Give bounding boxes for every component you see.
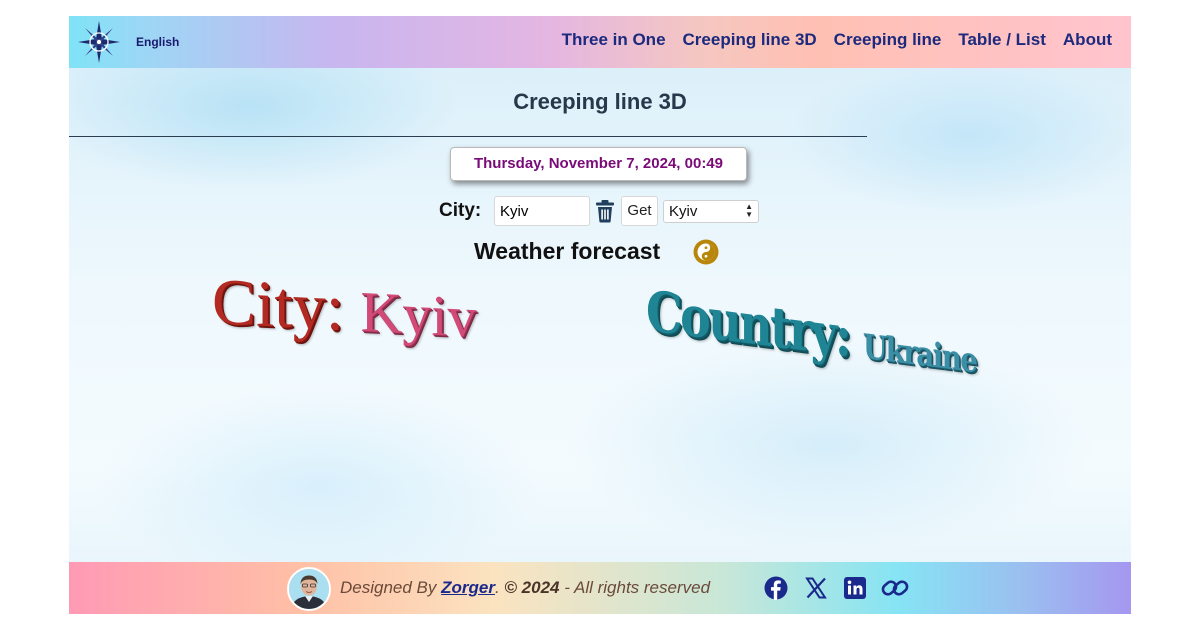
copyright-text: © 2024: [504, 578, 560, 597]
creeping-city-key: City:: [212, 265, 345, 345]
main-navigation: Three in One Creeping line 3D Creeping l…: [562, 30, 1112, 50]
app-frame: English Three in One Creeping line 3D Cr…: [69, 16, 1131, 614]
nav-about[interactable]: About: [1063, 30, 1112, 50]
yin-yang-icon[interactable]: [693, 239, 719, 265]
creeping-line-city: City: Kyiv: [212, 264, 477, 354]
city-label: City:: [439, 200, 482, 221]
nav-three-in-one[interactable]: Three in One: [562, 30, 666, 50]
author-avatar: [287, 567, 331, 611]
city-select-value: Kyiv: [669, 203, 698, 220]
page-title: Creeping line 3D: [513, 89, 687, 114]
select-arrows-icon: ▲ ▼: [745, 202, 753, 219]
author-link[interactable]: Zorger: [441, 578, 495, 597]
creeping-country-key: Country:: [646, 278, 850, 371]
forecast-heading: Weather forecast: [474, 238, 661, 264]
facebook-icon[interactable]: [764, 576, 788, 600]
designed-by-text: Designed By: [340, 578, 442, 597]
city-select[interactable]: Kyiv ▲ ▼: [663, 200, 759, 223]
title-divider: [69, 136, 867, 137]
nav-table-list[interactable]: Table / List: [958, 30, 1046, 50]
top-navigation-bar: English Three in One Creeping line 3D Cr…: [69, 16, 1131, 68]
current-datetime: Thursday, November 7, 2024, 00:49: [450, 147, 747, 181]
footer: Designed By Zorger. © 2024 - All rights …: [69, 562, 1131, 614]
nav-creeping-line[interactable]: Creeping line: [834, 30, 942, 50]
creeping-country-value: Ukraine: [862, 326, 977, 382]
get-button[interactable]: Get: [621, 196, 658, 226]
creeping-line-country: Country: Ukraine: [646, 278, 976, 386]
nav-creeping-line-3d[interactable]: Creeping line 3D: [683, 30, 817, 50]
city-search-input[interactable]: [494, 196, 590, 226]
language-selector[interactable]: English: [136, 35, 179, 49]
link-icon[interactable]: [881, 576, 909, 600]
compass-logo-icon[interactable]: [77, 20, 121, 64]
footer-separator: .: [494, 578, 505, 597]
linkedin-icon[interactable]: [843, 576, 867, 600]
footer-credit: Designed By Zorger. © 2024 - All rights …: [340, 578, 710, 598]
rights-text: - All rights reserved: [559, 578, 711, 597]
creeping-city-value: Kyiv: [360, 278, 477, 350]
trash-icon[interactable]: [595, 199, 615, 223]
x-icon[interactable]: [804, 576, 828, 600]
